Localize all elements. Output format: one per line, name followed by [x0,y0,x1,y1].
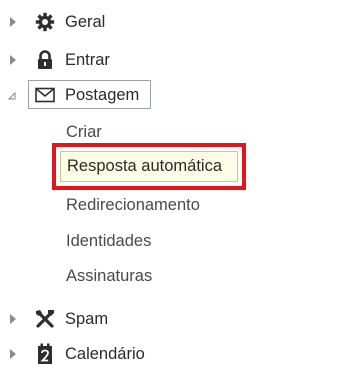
expand-arrow-icon[interactable] [10,17,16,27]
tree-item-label: Calendário [65,344,145,363]
expand-arrow-icon[interactable] [10,349,16,359]
tree-subitem-criar[interactable]: Criar [66,120,102,144]
gear-icon [34,11,56,33]
tree-item-label: Postagem [65,85,140,104]
tree-item-label: Entrar [65,50,110,69]
expand-arrow-icon[interactable] [10,314,16,324]
tree-item-postagem[interactable]: Postagem [0,81,363,109]
tree-item-entrar[interactable]: Entrar [0,46,363,74]
tree-item-geral[interactable]: Geral [0,8,363,36]
tree-subitem-identidades[interactable]: Identidades [66,229,151,253]
tree-subitem-redirecionamento[interactable]: Redirecionamento [66,193,200,217]
collapse-arrow-icon[interactable] [8,91,16,99]
tree-item-label: Geral [65,12,106,31]
tools-icon [34,308,56,330]
calendar-icon [34,343,56,365]
tree-item-label: Spam [65,309,109,328]
tree-subitem-resposta-automatica[interactable]: Resposta automática [67,154,222,178]
expand-arrow-icon[interactable] [10,55,16,65]
mail-icon [34,84,56,106]
tree-item-calendario[interactable]: Calendário [0,340,363,368]
tree-subitem-assinaturas[interactable]: Assinaturas [66,264,152,288]
lock-icon [34,49,56,71]
tree-item-spam[interactable]: Spam [0,305,363,333]
